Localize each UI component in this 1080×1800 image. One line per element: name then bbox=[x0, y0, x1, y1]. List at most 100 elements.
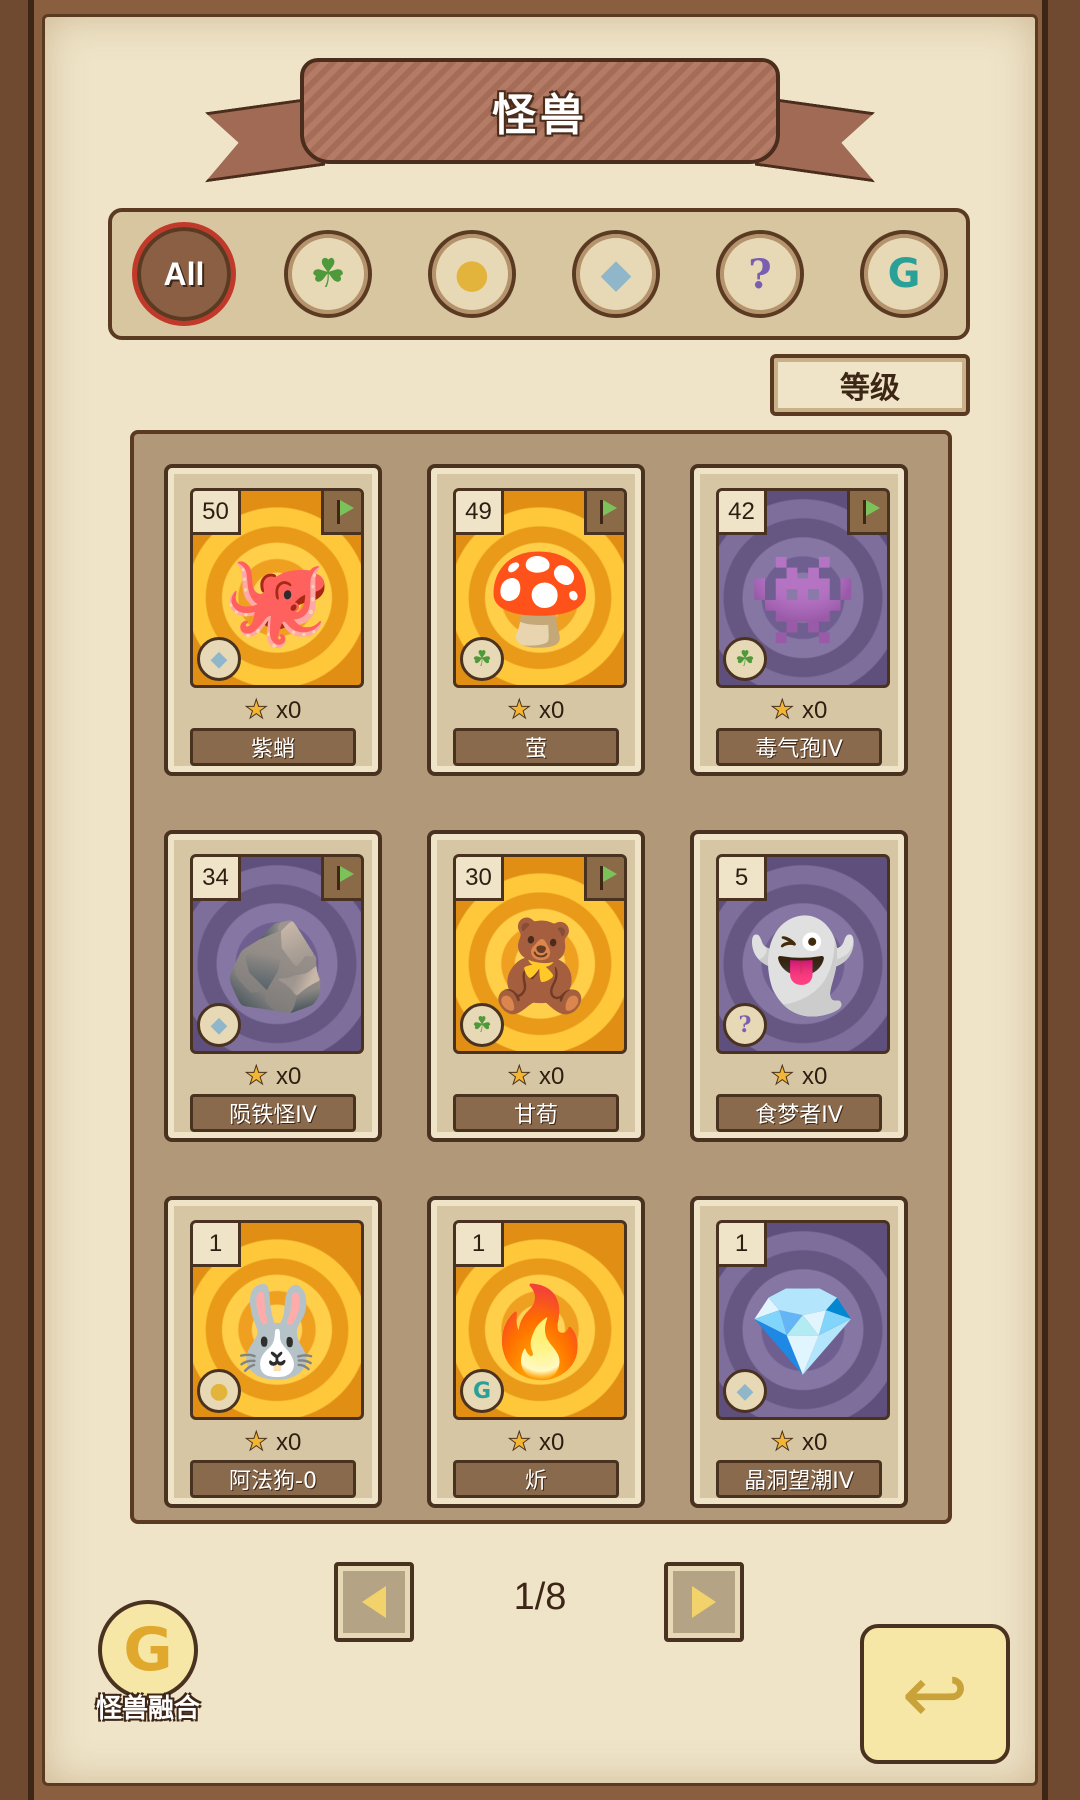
question-icon: ? bbox=[723, 1003, 767, 1047]
filter-plant-button[interactable]: ☘ bbox=[284, 230, 372, 318]
filter-all-button[interactable]: All bbox=[132, 222, 236, 326]
star-count: ★ x0 bbox=[694, 1426, 904, 1457]
level-badge: 34 bbox=[193, 857, 241, 901]
star-count-value: x0 bbox=[538, 1063, 565, 1090]
level-badge: 49 bbox=[456, 491, 504, 535]
fusion-swirl-icon: G bbox=[98, 1600, 198, 1700]
flag-icon bbox=[847, 491, 887, 535]
title-ribbon: 怪兽 bbox=[300, 58, 780, 164]
flag-icon bbox=[321, 857, 361, 901]
monster-fusion-button[interactable]: G 怪兽融合 bbox=[78, 1600, 218, 1730]
monster-name: 萤 bbox=[453, 728, 619, 766]
level-badge: 30 bbox=[456, 857, 504, 901]
star-count-value: x0 bbox=[538, 1429, 565, 1456]
paw-icon: ● bbox=[197, 1369, 241, 1413]
star-count: ★ x0 bbox=[168, 694, 378, 725]
star-count-value: x0 bbox=[801, 1063, 828, 1090]
level-badge: 42 bbox=[719, 491, 767, 535]
star-count-value: x0 bbox=[801, 697, 828, 724]
star-icon: ★ bbox=[244, 1426, 268, 1457]
star-count: ★ x0 bbox=[694, 694, 904, 725]
monster-name: 晶洞望潮IV bbox=[716, 1460, 882, 1498]
star-count: ★ x0 bbox=[168, 1060, 378, 1091]
level-badge: 1 bbox=[719, 1223, 767, 1267]
flag-icon bbox=[584, 491, 624, 535]
card-art: 49 🍄 ☘ bbox=[453, 488, 627, 688]
star-icon: ★ bbox=[507, 1060, 531, 1091]
sort-level-button[interactable]: 等级 bbox=[770, 354, 970, 416]
star-count: ★ x0 bbox=[431, 1426, 641, 1457]
crystal-icon: ◆ bbox=[197, 1003, 241, 1047]
card-art: 30 🧸 ☘ bbox=[453, 854, 627, 1054]
monster-grid: 50 🐙 ◆ ★ x0 紫蛸 49 🍄 ☘ ★ x0 萤 42 👾 ☘ ★ x0 毒气… bbox=[130, 430, 952, 1524]
star-count: ★ x0 bbox=[694, 1060, 904, 1091]
card-art: 5 👻 ? bbox=[716, 854, 890, 1054]
filter-all-label: All bbox=[163, 255, 205, 292]
monster-name: 甘荀 bbox=[453, 1094, 619, 1132]
next-page-button[interactable] bbox=[664, 1562, 744, 1642]
arrow-left-icon bbox=[362, 1586, 386, 1618]
monster-card[interactable]: 42 👾 ☘ ★ x0 毒气孢IV bbox=[690, 464, 908, 776]
paw-icon: ● bbox=[454, 251, 490, 297]
card-art: 1 🔥 G bbox=[453, 1220, 627, 1420]
leaf-icon: ☘ bbox=[310, 251, 346, 297]
monster-card[interactable]: 5 👻 ? ★ x0 食梦者IV bbox=[690, 830, 908, 1142]
monster-name: 阿法狗-0 bbox=[190, 1460, 356, 1498]
card-art: 50 🐙 ◆ bbox=[190, 488, 364, 688]
flag-icon bbox=[321, 491, 361, 535]
page-indicator: 1/8 bbox=[513, 1576, 567, 1618]
star-icon: ★ bbox=[244, 1060, 268, 1091]
star-icon: ★ bbox=[770, 694, 794, 725]
flag-icon bbox=[584, 857, 624, 901]
level-badge: 1 bbox=[193, 1223, 241, 1267]
monster-card[interactable]: 34 🪨 ◆ ★ x0 陨铁怪IV bbox=[164, 830, 382, 1142]
monster-portrait: 👾 bbox=[748, 547, 858, 651]
monster-name: 毒气孢IV bbox=[716, 728, 882, 766]
question-icon: ? bbox=[748, 250, 772, 298]
filter-mystery-button[interactable]: ? bbox=[716, 230, 804, 318]
level-badge: 50 bbox=[193, 491, 241, 535]
swirl-icon: G bbox=[887, 251, 921, 297]
filter-beast-button[interactable]: ● bbox=[428, 230, 516, 318]
leaf-icon: ☘ bbox=[460, 637, 504, 681]
filter-special-button[interactable]: G bbox=[860, 230, 948, 318]
monster-portrait: 🍄 bbox=[485, 547, 595, 651]
star-count: ★ x0 bbox=[168, 1426, 378, 1457]
card-art: 1 💎 ◆ bbox=[716, 1220, 890, 1420]
fusion-label: 怪兽融合 bbox=[95, 1694, 200, 1724]
monster-portrait: 💎 bbox=[748, 1279, 858, 1383]
star-count-value: x0 bbox=[275, 697, 302, 724]
monster-name: 炘 bbox=[453, 1460, 619, 1498]
back-button[interactable]: ↩ bbox=[860, 1624, 1010, 1764]
filter-mineral-button[interactable]: ◆ bbox=[572, 230, 660, 318]
star-icon: ★ bbox=[507, 1426, 531, 1457]
swirl-icon: G bbox=[460, 1369, 504, 1413]
sort-label: 等级 bbox=[840, 371, 900, 406]
page-title: 怪兽 bbox=[492, 90, 588, 141]
monster-card[interactable]: 1 🔥 G ★ x0 炘 bbox=[427, 1196, 645, 1508]
crystal-icon: ◆ bbox=[723, 1369, 767, 1413]
prev-page-button[interactable] bbox=[334, 1562, 414, 1642]
monster-name: 紫蛸 bbox=[190, 728, 356, 766]
monster-portrait: 👻 bbox=[748, 913, 858, 1017]
monster-card[interactable]: 49 🍄 ☘ ★ x0 萤 bbox=[427, 464, 645, 776]
star-count: ★ x0 bbox=[431, 1060, 641, 1091]
monster-portrait: 🪨 bbox=[222, 913, 332, 1017]
card-art: 42 👾 ☘ bbox=[716, 488, 890, 688]
monster-portrait: 🔥 bbox=[485, 1279, 595, 1383]
star-icon: ★ bbox=[770, 1426, 794, 1457]
card-art: 34 🪨 ◆ bbox=[190, 854, 364, 1054]
star-count-value: x0 bbox=[801, 1429, 828, 1456]
star-count-value: x0 bbox=[275, 1063, 302, 1090]
star-count-value: x0 bbox=[538, 697, 565, 724]
star-count-value: x0 bbox=[275, 1429, 302, 1456]
monster-portrait: 🧸 bbox=[485, 913, 595, 1017]
monster-card[interactable]: 1 💎 ◆ ★ x0 晶洞望潮IV bbox=[690, 1196, 908, 1508]
monster-card[interactable]: 30 🧸 ☘ ★ x0 甘荀 bbox=[427, 830, 645, 1142]
monster-card[interactable]: 50 🐙 ◆ ★ x0 紫蛸 bbox=[164, 464, 382, 776]
filter-bar: All ☘ ● ◆ ? G bbox=[108, 208, 970, 340]
monster-card[interactable]: 1 🐰 ● ★ x0 阿法狗-0 bbox=[164, 1196, 382, 1508]
star-count: ★ x0 bbox=[431, 694, 641, 725]
monster-portrait: 🐰 bbox=[222, 1279, 332, 1383]
crystal-icon: ◆ bbox=[600, 251, 632, 297]
